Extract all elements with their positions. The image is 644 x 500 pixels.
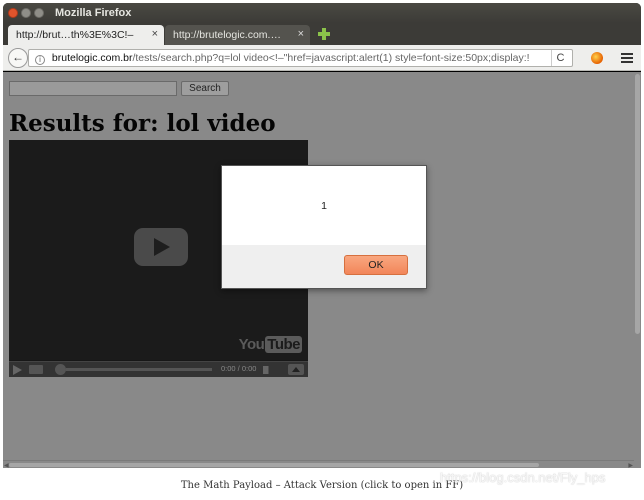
logo-you-text: You — [238, 336, 265, 353]
browser-window: Mozilla Firefox http://brut…th%3E%3C!– ×… — [3, 3, 641, 468]
page-content: Search Results for: lol video You Tube 0:… — [3, 72, 634, 460]
play-icon[interactable] — [13, 365, 22, 375]
horizontal-scrollbar[interactable]: ◀ ▶ — [3, 460, 634, 468]
search-button[interactable]: Search — [181, 81, 229, 96]
tab-brutelogic[interactable]: http://brutelogic.com.… × — [165, 25, 310, 45]
window-maximize-icon[interactable] — [34, 8, 44, 18]
video-controls: 0:00 / 0:00 — [9, 361, 308, 377]
horizontal-scroll-thumb[interactable] — [9, 463, 539, 467]
captions-icon[interactable] — [29, 365, 43, 374]
scroll-left-icon[interactable]: ◀ — [4, 462, 9, 468]
alert-message: 1 — [321, 200, 327, 212]
tab-close-icon[interactable]: × — [298, 28, 304, 40]
tab-search-page[interactable]: http://brut…th%3E%3C!– × — [8, 25, 164, 45]
alert-footer: OK — [222, 245, 426, 288]
fullscreen-icon[interactable] — [288, 364, 304, 375]
info-icon[interactable]: i — [35, 55, 45, 65]
video-time: 0:00 / 0:00 — [221, 364, 257, 373]
tab-label: http://brutelogic.com.… — [173, 29, 281, 41]
url-path: /tests/search.php?q=lol video<!–"href=ja… — [132, 52, 530, 64]
url-domain: brutelogic.com.br — [51, 52, 133, 64]
search-input[interactable] — [9, 81, 177, 96]
hamburger-menu-icon[interactable] — [621, 53, 633, 63]
back-arrow-icon[interactable]: ← — [8, 48, 28, 68]
vertical-scroll-thumb[interactable] — [635, 74, 640, 334]
seek-handle[interactable] — [55, 364, 66, 375]
tab-label: http://brut…th%3E%3C!– — [16, 29, 134, 41]
new-tab-plus-icon[interactable] — [317, 27, 331, 41]
youtube-logo[interactable]: You Tube — [239, 336, 302, 353]
logo-tube-text: Tube — [265, 336, 302, 353]
title-bar: Mozilla Firefox — [3, 3, 641, 23]
window-close-icon[interactable] — [8, 8, 18, 18]
large-play-icon[interactable] — [134, 228, 188, 266]
navigation-bar: ← i brutelogic.com.br/tests/search.php?q… — [3, 45, 641, 71]
reload-icon[interactable]: C — [551, 50, 569, 66]
watermark: https://blog.csdn.net/Fly_hps — [440, 470, 606, 485]
alert-dialog: 1 OK — [221, 165, 427, 289]
vertical-scrollbar[interactable] — [634, 72, 641, 468]
window-minimize-icon[interactable] — [21, 8, 31, 18]
firefox-addon-icon[interactable] — [591, 52, 603, 64]
window-title: Mozilla Firefox — [55, 7, 132, 19]
volume-icon[interactable] — [263, 366, 277, 374]
tab-strip: http://brut…th%3E%3C!– × http://brutelog… — [3, 23, 641, 45]
scroll-right-icon[interactable]: ▶ — [628, 462, 633, 468]
tab-close-icon[interactable]: × — [152, 28, 158, 40]
seek-bar[interactable] — [66, 368, 212, 371]
results-heading: Results for: lol video — [9, 110, 276, 137]
url-bar[interactable]: i brutelogic.com.br/tests/search.php?q=l… — [28, 49, 573, 67]
ok-button[interactable]: OK — [344, 255, 408, 275]
